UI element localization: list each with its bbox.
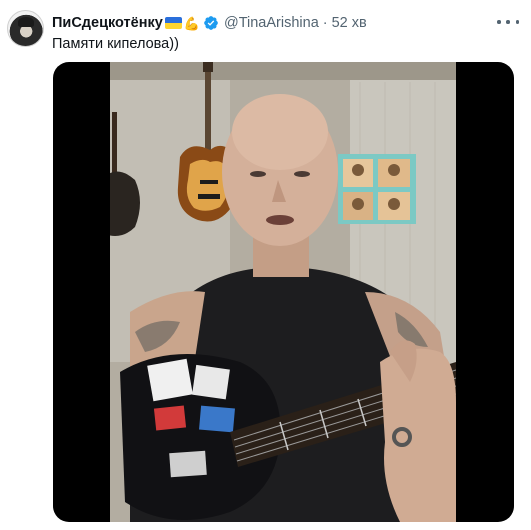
ukraine-flag-icon [164,17,182,29]
verified-badge-icon [204,16,218,30]
user-handle[interactable]: @TinaArishina [224,15,319,31]
wall-poster [338,154,416,224]
tweet-header: ПиСдецкотёнку 💪 @TinaArishina · 52 хв [52,13,367,33]
post-time[interactable]: 52 хв [332,15,367,31]
flexed-biceps-icon: 💪 [183,15,200,31]
avatar[interactable] [7,10,44,47]
display-name[interactable]: ПиСдецкотёнку [52,15,163,31]
video-frame[interactable] [110,62,456,522]
tweet-card[interactable]: ПиСдецкотёнку 💪 @TinaArishina · 52 хв Па… [0,0,531,530]
more-options-icon[interactable] [497,14,519,30]
tweet-text: Памяти кипелова)) [52,36,179,52]
separator-dot: · [322,15,328,31]
video-still-image [110,62,456,522]
video-player[interactable] [53,62,514,522]
